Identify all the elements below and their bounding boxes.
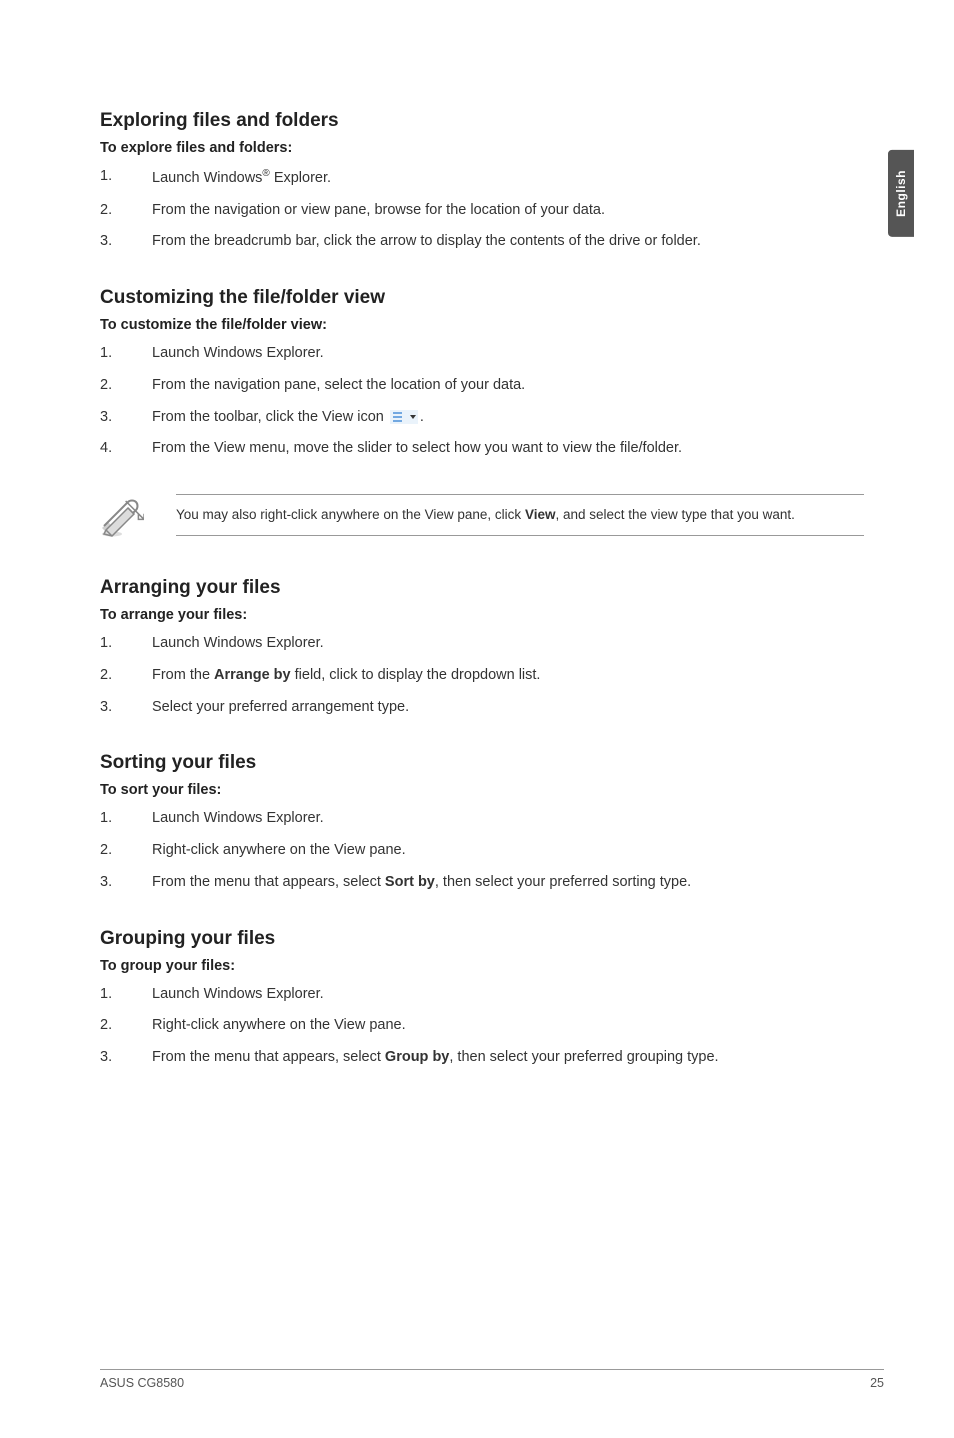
heading-arranging: Arranging your files bbox=[100, 577, 864, 599]
heading-exploring: Exploring files and folders bbox=[100, 110, 864, 132]
section-exploring: Exploring files and folders To explore f… bbox=[100, 110, 864, 253]
item-text: From the navigation pane, select the loc… bbox=[152, 377, 525, 393]
subhead-grouping: To group your files: bbox=[100, 958, 864, 974]
item-number: 4. bbox=[100, 438, 112, 460]
note-text-part: , and select the view type that you want… bbox=[555, 507, 794, 522]
item-text: , then select your preferred grouping ty… bbox=[449, 1049, 718, 1065]
list-item: 3. From the breadcrumb bar, click the ar… bbox=[100, 231, 864, 253]
list-item: 2. From the Arrange by field, click to d… bbox=[100, 665, 864, 687]
language-tab: English bbox=[888, 150, 914, 237]
item-text: From the toolbar, click the View icon bbox=[152, 409, 388, 425]
item-text: Explorer. bbox=[270, 170, 331, 186]
item-text: Right-click anywhere on the View pane. bbox=[152, 842, 406, 858]
list-item: 3. From the menu that appears, select So… bbox=[100, 872, 864, 894]
list-grouping: 1. Launch Windows Explorer. 2. Right-cli… bbox=[100, 984, 864, 1069]
item-number: 2. bbox=[100, 1015, 112, 1037]
item-text: From the menu that appears, select bbox=[152, 874, 385, 890]
item-number: 3. bbox=[100, 1047, 112, 1069]
item-text: From the breadcrumb bar, click the arrow… bbox=[152, 233, 701, 249]
list-item: 3. From the toolbar, click the View icon… bbox=[100, 407, 864, 429]
item-text: From the bbox=[152, 667, 214, 683]
list-item: 1. Launch Windows® Explorer. bbox=[100, 166, 864, 190]
item-number: 2. bbox=[100, 840, 112, 862]
subhead-arranging: To arrange your files: bbox=[100, 607, 864, 623]
section-customizing: Customizing the file/folder view To cust… bbox=[100, 287, 864, 460]
view-icon bbox=[390, 410, 418, 424]
list-item: 1. Launch Windows Explorer. bbox=[100, 984, 864, 1006]
item-number: 2. bbox=[100, 665, 112, 687]
list-item: 1. Launch Windows Explorer. bbox=[100, 808, 864, 830]
footer-model: ASUS CG8580 bbox=[100, 1376, 184, 1390]
list-item: 1. Launch Windows Explorer. bbox=[100, 633, 864, 655]
section-grouping: Grouping your files To group your files:… bbox=[100, 928, 864, 1069]
section-sorting: Sorting your files To sort your files: 1… bbox=[100, 752, 864, 893]
list-item: 2. From the navigation pane, select the … bbox=[100, 375, 864, 397]
section-arranging: Arranging your files To arrange your fil… bbox=[100, 577, 864, 718]
item-number: 1. bbox=[100, 984, 112, 1006]
item-number: 3. bbox=[100, 407, 112, 429]
item-text: From the View menu, move the slider to s… bbox=[152, 440, 682, 456]
item-number: 2. bbox=[100, 375, 112, 397]
list-item: 1. Launch Windows Explorer. bbox=[100, 343, 864, 365]
item-number: 3. bbox=[100, 872, 112, 894]
list-sorting: 1. Launch Windows Explorer. 2. Right-cli… bbox=[100, 808, 864, 893]
item-text: field, click to display the dropdown lis… bbox=[291, 667, 541, 683]
item-number: 3. bbox=[100, 697, 112, 719]
subhead-exploring: To explore files and folders: bbox=[100, 140, 864, 156]
list-item: 4. From the View menu, move the slider t… bbox=[100, 438, 864, 460]
registered-mark: ® bbox=[262, 168, 269, 179]
heading-sorting: Sorting your files bbox=[100, 752, 864, 774]
item-number: 2. bbox=[100, 200, 112, 222]
item-text: , then select your preferred sorting typ… bbox=[435, 874, 691, 890]
list-arranging: 1. Launch Windows Explorer. 2. From the … bbox=[100, 633, 864, 718]
item-text: Launch Windows Explorer. bbox=[152, 810, 324, 826]
list-customizing: 1. Launch Windows Explorer. 2. From the … bbox=[100, 343, 864, 460]
heading-customizing: Customizing the file/folder view bbox=[100, 287, 864, 309]
note-block: You may also right-click anywhere on the… bbox=[100, 494, 864, 543]
item-number: 1. bbox=[100, 343, 112, 365]
footer-page-number: 25 bbox=[870, 1376, 884, 1390]
list-item: 3. Select your preferred arrangement typ… bbox=[100, 697, 864, 719]
item-bold: Arrange by bbox=[214, 667, 291, 683]
list-exploring: 1. Launch Windows® Explorer. 2. From the… bbox=[100, 166, 864, 253]
subhead-customizing: To customize the file/folder view: bbox=[100, 317, 864, 333]
item-text: Launch Windows Explorer. bbox=[152, 986, 324, 1002]
subhead-sorting: To sort your files: bbox=[100, 782, 864, 798]
item-text: From the menu that appears, select bbox=[152, 1049, 385, 1065]
note-bold: View bbox=[525, 507, 556, 522]
item-text: Select your preferred arrangement type. bbox=[152, 699, 409, 715]
item-number: 1. bbox=[100, 166, 112, 188]
heading-grouping: Grouping your files bbox=[100, 928, 864, 950]
page-footer: ASUS CG8580 25 bbox=[100, 1369, 884, 1390]
item-text: Launch Windows bbox=[152, 170, 262, 186]
list-item: 2. Right-click anywhere on the View pane… bbox=[100, 1015, 864, 1037]
item-number: 1. bbox=[100, 633, 112, 655]
item-text: . bbox=[420, 409, 424, 425]
item-bold: Sort by bbox=[385, 874, 435, 890]
pencil-icon bbox=[100, 494, 148, 543]
list-item: 2. Right-click anywhere on the View pane… bbox=[100, 840, 864, 862]
item-number: 3. bbox=[100, 231, 112, 253]
item-text: Right-click anywhere on the View pane. bbox=[152, 1017, 406, 1033]
item-bold: Group by bbox=[385, 1049, 449, 1065]
item-text: Launch Windows Explorer. bbox=[152, 635, 324, 651]
note-text: You may also right-click anywhere on the… bbox=[176, 494, 864, 536]
list-item: 3. From the menu that appears, select Gr… bbox=[100, 1047, 864, 1069]
note-text-part: You may also right-click anywhere on the… bbox=[176, 507, 525, 522]
list-item: 2. From the navigation or view pane, bro… bbox=[100, 200, 864, 222]
item-text: Launch Windows Explorer. bbox=[152, 345, 324, 361]
item-number: 1. bbox=[100, 808, 112, 830]
item-text: From the navigation or view pane, browse… bbox=[152, 202, 605, 218]
